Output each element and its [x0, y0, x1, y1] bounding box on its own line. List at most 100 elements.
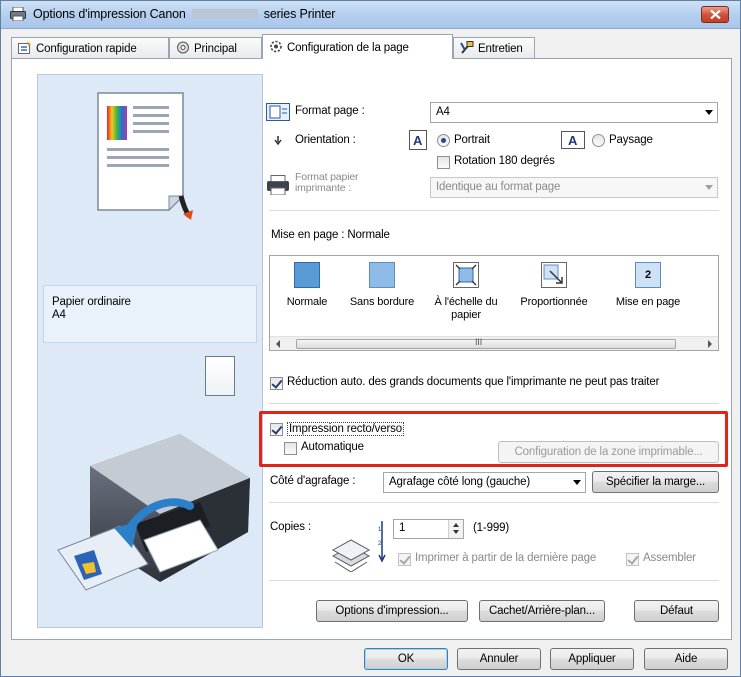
close-icon: [710, 10, 721, 19]
print-options-button[interactable]: Options d'impression...: [316, 600, 468, 622]
duplex-printer-illustration: [57, 434, 250, 591]
auto-reduce-checkbox[interactable]: [270, 377, 283, 390]
close-button[interactable]: [701, 6, 729, 23]
chevron-down-icon: [573, 480, 581, 485]
tab-content-page-setup: Papier ordinaire A4 Format page: A4 Ori…: [11, 58, 732, 640]
separator: [269, 580, 719, 581]
layout-option-borderless[interactable]: Sans bordure: [342, 262, 422, 309]
tab-strip: Configuration rapide Principal Configura…: [11, 34, 732, 59]
tab-label: Configuration rapide: [36, 43, 137, 55]
page-layout-icon: 2: [635, 262, 661, 288]
layout-label: Mise en page : Normale: [271, 229, 390, 241]
page-size-icon: [266, 103, 290, 124]
scaled-icon: [541, 262, 567, 288]
apply-button[interactable]: Appliquer: [550, 648, 634, 670]
copies-order-icon: 12: [377, 519, 387, 568]
chevron-down-icon: [705, 185, 713, 190]
copies-range: (1-999): [473, 522, 510, 534]
auto-reduce-label: Réduction auto. des grands documents que…: [287, 376, 660, 388]
reverse-order-checkbox[interactable]: [398, 553, 411, 566]
portrait-label: Portrait: [454, 134, 490, 146]
page-size-dropdown[interactable]: A4: [430, 102, 718, 123]
window-title-prefix: Options d'impression Canon: [33, 7, 186, 21]
layout-option-label: Sans bordure: [349, 296, 415, 308]
portrait-radio[interactable]: [437, 134, 450, 147]
maintenance-icon: [460, 41, 474, 54]
svg-text:A: A: [413, 133, 423, 148]
layout-option-scaled[interactable]: Proportionnée: [510, 262, 598, 309]
portrait-icon: A: [409, 130, 427, 153]
separator: [269, 210, 719, 211]
layout-option-label: Mise en page: [615, 296, 681, 308]
copies-spinner[interactable]: 1: [393, 519, 464, 539]
orientation-arrow-icon: [274, 136, 282, 148]
stapling-side-dropdown[interactable]: Agrafage côté long (gauche): [383, 472, 586, 493]
specify-margin-button[interactable]: Spécifier la marge...: [592, 471, 719, 493]
collate-checkbox[interactable]: [626, 553, 639, 566]
layout-selector: Normale Sans bordure À l'échelle du papi…: [269, 255, 719, 351]
main-tab-icon: [176, 41, 190, 54]
cancel-button[interactable]: Annuler: [457, 648, 541, 670]
thumb-grip: III: [475, 337, 483, 347]
scroll-right-icon[interactable]: [708, 340, 712, 348]
separator: [269, 403, 719, 404]
landscape-radio[interactable]: [592, 134, 605, 147]
svg-text:A: A: [568, 133, 578, 148]
tab-quick-setup[interactable]: Configuration rapide: [11, 37, 169, 58]
page-size-value: A4: [436, 106, 450, 118]
redacted-model: [191, 9, 258, 19]
printer-paper-size-dropdown[interactable]: Identique au format page: [430, 177, 718, 198]
title-bar[interactable]: Options d'impression Canon series Printer: [1, 1, 740, 29]
stapling-side-label: Côté d'agrafage :: [270, 475, 356, 487]
chevron-down-icon: [705, 110, 713, 115]
layout-option-label: Normale: [286, 296, 328, 308]
window-title-suffix: series Printer: [263, 7, 336, 21]
landscape-label: Paysage: [609, 134, 653, 146]
paper-size: A4: [52, 309, 66, 321]
window-title: Options d'impression Canon series Printer: [33, 7, 335, 21]
layout-option-label: À l'échelle du: [434, 296, 498, 308]
landscape-icon: A: [561, 131, 585, 152]
duplex-highlight-frame: [259, 411, 728, 467]
paper-type: Papier ordinaire: [52, 296, 131, 308]
defaults-button[interactable]: Défaut: [634, 600, 719, 622]
copies-value: 1: [399, 522, 406, 534]
printer-paper-value: Identique au format page: [436, 181, 561, 193]
paper-info-box: Papier ordinaire A4: [43, 285, 257, 343]
spinner-arrows[interactable]: [448, 520, 463, 538]
print-options-dialog: Options d'impression Canon series Printer…: [0, 0, 741, 677]
layout-option-page-layout[interactable]: 2 Mise en page: [608, 262, 688, 309]
rotate-180-label: Rotation 180 degrés: [454, 155, 555, 167]
tab-page-setup[interactable]: Configuration de la page: [262, 34, 453, 59]
tab-label: Principal: [194, 43, 237, 55]
copies-label: Copies :: [270, 521, 311, 533]
orientation-label: Orientation :: [295, 134, 356, 146]
separator: [269, 502, 719, 503]
tab-main[interactable]: Principal: [169, 37, 262, 58]
page-size-label: Format page :: [295, 105, 365, 117]
tab-label: Entretien: [478, 43, 523, 55]
layout-label-text: Mise en page :: [271, 229, 345, 241]
help-button[interactable]: Aide: [644, 648, 728, 670]
stapling-side-value: Agrafage côté long (gauche): [389, 476, 531, 488]
layout-current-value: Normale: [347, 229, 390, 241]
spin-up-icon[interactable]: [453, 523, 459, 527]
page-preview-image: [97, 92, 193, 220]
fit-to-page-icon: [453, 262, 479, 288]
layout-option-label: Proportionnée: [520, 296, 588, 308]
spin-down-icon[interactable]: [453, 530, 459, 534]
scroll-left-icon[interactable]: [276, 340, 280, 348]
layout-option-normal[interactable]: Normale: [282, 262, 332, 309]
tab-maintenance[interactable]: Entretien: [453, 37, 535, 58]
rotate-180-checkbox[interactable]: [437, 156, 450, 169]
printer-icon: [10, 6, 26, 22]
borderless-icon: [369, 262, 395, 288]
stamp-background-button[interactable]: Cachet/Arrière-plan...: [479, 600, 605, 622]
ok-button[interactable]: OK: [364, 648, 448, 670]
layout-horizontal-scrollbar[interactable]: III: [270, 336, 718, 350]
quick-setup-icon: [18, 41, 32, 54]
copies-stack-icon: [331, 536, 371, 575]
scrollbar-thumb[interactable]: III: [296, 337, 676, 349]
printer-paper-label: Format papier imprimante :: [295, 172, 359, 194]
layout-option-fit-to-page[interactable]: À l'échelle du papier: [426, 262, 506, 322]
